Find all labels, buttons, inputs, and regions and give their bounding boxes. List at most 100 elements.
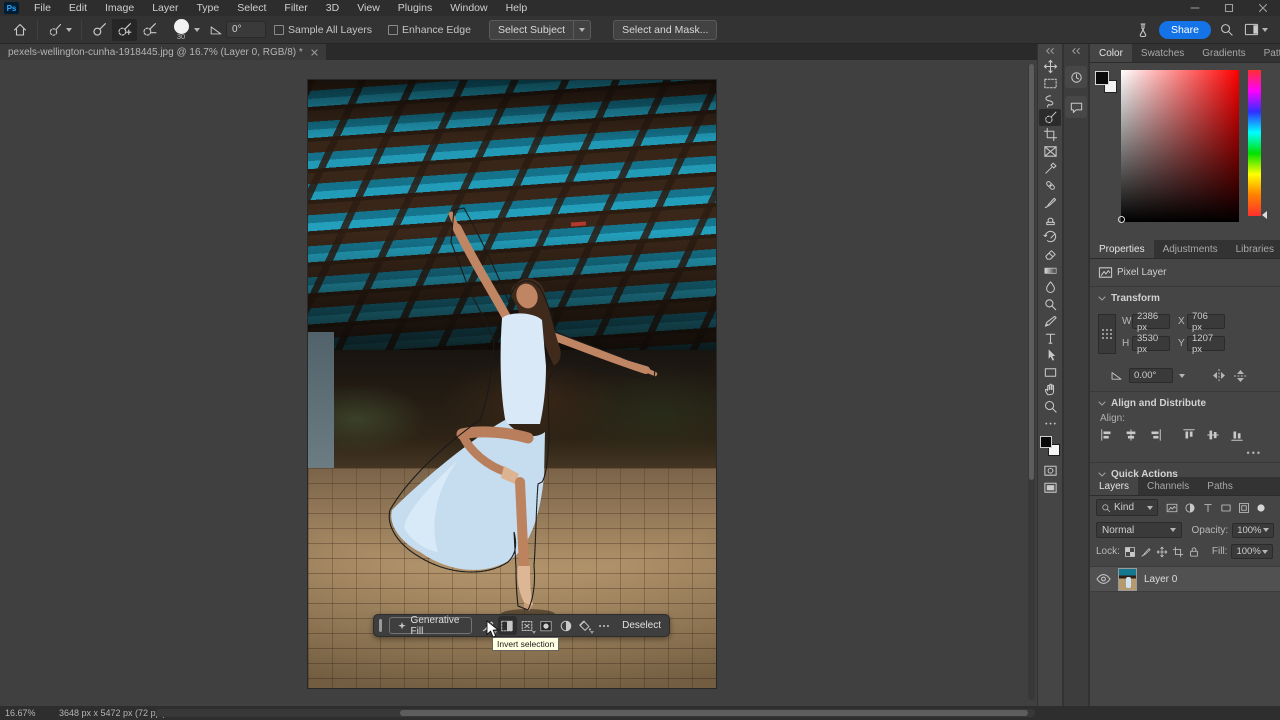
tool-frame-button[interactable] — [1039, 143, 1061, 160]
fill-selection-button[interactable] — [575, 616, 594, 635]
enhance-edge-checkbox[interactable]: Enhance Edge — [388, 24, 471, 36]
collapse-toolbar-button[interactable] — [1038, 44, 1062, 58]
tab-swatches[interactable]: Swatches — [1132, 44, 1193, 62]
height-field[interactable]: 3530 px — [1132, 336, 1170, 351]
color-panel-swatches[interactable] — [1095, 71, 1117, 93]
minimize-icon[interactable] — [1190, 3, 1200, 13]
align-section-header[interactable]: Align and Distribute — [1090, 394, 1280, 413]
brush-size-picker[interactable]: 30 — [170, 19, 192, 40]
contextual-taskbar[interactable]: Generative Fill — [373, 614, 670, 637]
menu-plugins[interactable]: Plugins — [389, 0, 441, 16]
zoom-level-field[interactable]: 16.67% — [5, 708, 47, 718]
invert-selection-button[interactable] — [498, 616, 517, 635]
tool-eraser-button[interactable] — [1039, 245, 1061, 262]
blend-mode-select[interactable]: Normal — [1096, 522, 1182, 538]
x-field[interactable]: 706 px — [1187, 314, 1225, 329]
lock-position-icon[interactable] — [1156, 546, 1168, 558]
select-subject-dropdown[interactable] — [574, 20, 591, 40]
tool-clone-stamp-button[interactable] — [1039, 211, 1061, 228]
align-center-horizontal-icon[interactable] — [1124, 428, 1138, 442]
adjustment-button[interactable] — [556, 616, 575, 635]
filter-type-icon[interactable] — [1202, 502, 1214, 514]
tool-gradient-button[interactable] — [1039, 262, 1061, 279]
expand-panels-button[interactable] — [1064, 44, 1088, 58]
lock-paint-icon[interactable] — [1140, 546, 1152, 558]
filter-shape-icon[interactable] — [1220, 502, 1232, 514]
tool-dodge-button[interactable] — [1039, 296, 1061, 313]
menu-layer[interactable]: Layer — [143, 0, 187, 16]
tool-marquee-button[interactable] — [1039, 75, 1061, 92]
lock-transparency-icon[interactable] — [1124, 546, 1136, 558]
taskbar-grip-handle[interactable] — [379, 619, 382, 632]
tool-type-button[interactable] — [1039, 330, 1061, 347]
quick-actions-section-header[interactable]: Quick Actions — [1090, 465, 1280, 484]
menu-filter[interactable]: Filter — [275, 0, 316, 16]
fill-field[interactable]: 100% — [1231, 544, 1273, 559]
tool-quick-selection-button[interactable] — [1039, 109, 1061, 126]
width-field[interactable]: 2386 px — [1132, 314, 1170, 329]
tab-adjustments[interactable]: Adjustments — [1154, 240, 1227, 258]
tab-patterns[interactable]: Patterns — [1255, 44, 1280, 62]
document-image[interactable] — [308, 80, 716, 688]
horizontal-scrollbar-thumb[interactable] — [400, 710, 1028, 716]
filter-toggle-icon[interactable] — [1256, 503, 1266, 513]
layer-filter-kind-select[interactable]: Kind — [1096, 499, 1158, 516]
horizontal-scrollbar[interactable] — [155, 709, 1035, 717]
tab-libraries[interactable]: Libraries — [1227, 240, 1280, 258]
tool-path-selection-button[interactable] — [1039, 347, 1061, 364]
flip-horizontal-icon[interactable] — [1211, 369, 1227, 382]
y-field[interactable]: 1207 px — [1187, 336, 1225, 351]
ps-logo[interactable]: Ps — [4, 2, 19, 14]
maximize-icon[interactable] — [1224, 3, 1234, 13]
tool-brush-button[interactable] — [1039, 194, 1061, 211]
select-subject-button[interactable]: Select Subject — [489, 20, 574, 40]
tab-properties[interactable]: Properties — [1090, 240, 1154, 258]
tool-history-brush-button[interactable] — [1039, 228, 1061, 245]
menu-window[interactable]: Window — [441, 0, 496, 16]
align-top-icon[interactable] — [1182, 428, 1196, 442]
vertical-scrollbar-thumb[interactable] — [1029, 64, 1034, 480]
saturation-brightness-field[interactable] — [1121, 70, 1239, 222]
chevron-down-icon[interactable] — [1179, 374, 1185, 378]
hue-slider-marker[interactable] — [1262, 211, 1267, 219]
tool-hand-button[interactable] — [1039, 381, 1061, 398]
reference-point-locator[interactable] — [1098, 314, 1116, 354]
color-field-marker[interactable] — [1118, 216, 1125, 223]
tool-blur-button[interactable] — [1039, 279, 1061, 296]
tool-crop-button[interactable] — [1039, 126, 1061, 143]
filter-pixel-icon[interactable] — [1166, 502, 1178, 514]
menu-help[interactable]: Help — [497, 0, 537, 16]
align-bottom-icon[interactable] — [1230, 428, 1244, 442]
add-mask-button[interactable] — [537, 616, 556, 635]
search-icon[interactable] — [1219, 22, 1234, 37]
menu-type[interactable]: Type — [187, 0, 228, 16]
menu-file[interactable]: File — [25, 0, 60, 16]
new-selection-mode-button[interactable] — [87, 19, 112, 41]
select-and-mask-button[interactable]: Select and Mask... — [613, 20, 717, 40]
tool-zoom-button[interactable] — [1039, 398, 1061, 415]
transform-section-header[interactable]: Transform — [1090, 289, 1280, 308]
tab-color[interactable]: Color — [1090, 44, 1132, 62]
foreground-color-swatch[interactable] — [1040, 436, 1052, 448]
filter-smart-object-icon[interactable] — [1238, 502, 1250, 514]
tool-lasso-button[interactable] — [1039, 92, 1061, 109]
tool-eyedropper-button[interactable] — [1039, 160, 1061, 177]
share-button[interactable]: Share — [1159, 21, 1211, 39]
close-icon[interactable] — [1258, 3, 1268, 13]
close-tab-icon[interactable] — [311, 49, 318, 56]
lock-all-icon[interactable] — [1188, 546, 1200, 558]
rotation-angle-field[interactable]: 0.00° — [1129, 368, 1173, 383]
align-right-icon[interactable] — [1148, 428, 1162, 442]
workspace-switcher-button[interactable] — [1240, 19, 1272, 41]
document-tab[interactable]: pexels-wellington-cunha-1918445.jpg @ 16… — [0, 44, 326, 60]
layer-thumbnail[interactable] — [1118, 568, 1137, 591]
brush-angle-field[interactable]: 0° — [226, 21, 266, 38]
chevron-down-icon[interactable] — [194, 28, 200, 32]
align-center-vertical-icon[interactable] — [1206, 428, 1220, 442]
taskbar-more-button[interactable] — [595, 616, 614, 635]
tab-gradients[interactable]: Gradients — [1193, 44, 1254, 62]
visibility-eye-icon[interactable] — [1096, 573, 1111, 585]
edit-toolbar-button[interactable] — [1039, 415, 1061, 432]
menu-select[interactable]: Select — [228, 0, 275, 16]
subtract-from-selection-mode-button[interactable] — [137, 19, 162, 41]
